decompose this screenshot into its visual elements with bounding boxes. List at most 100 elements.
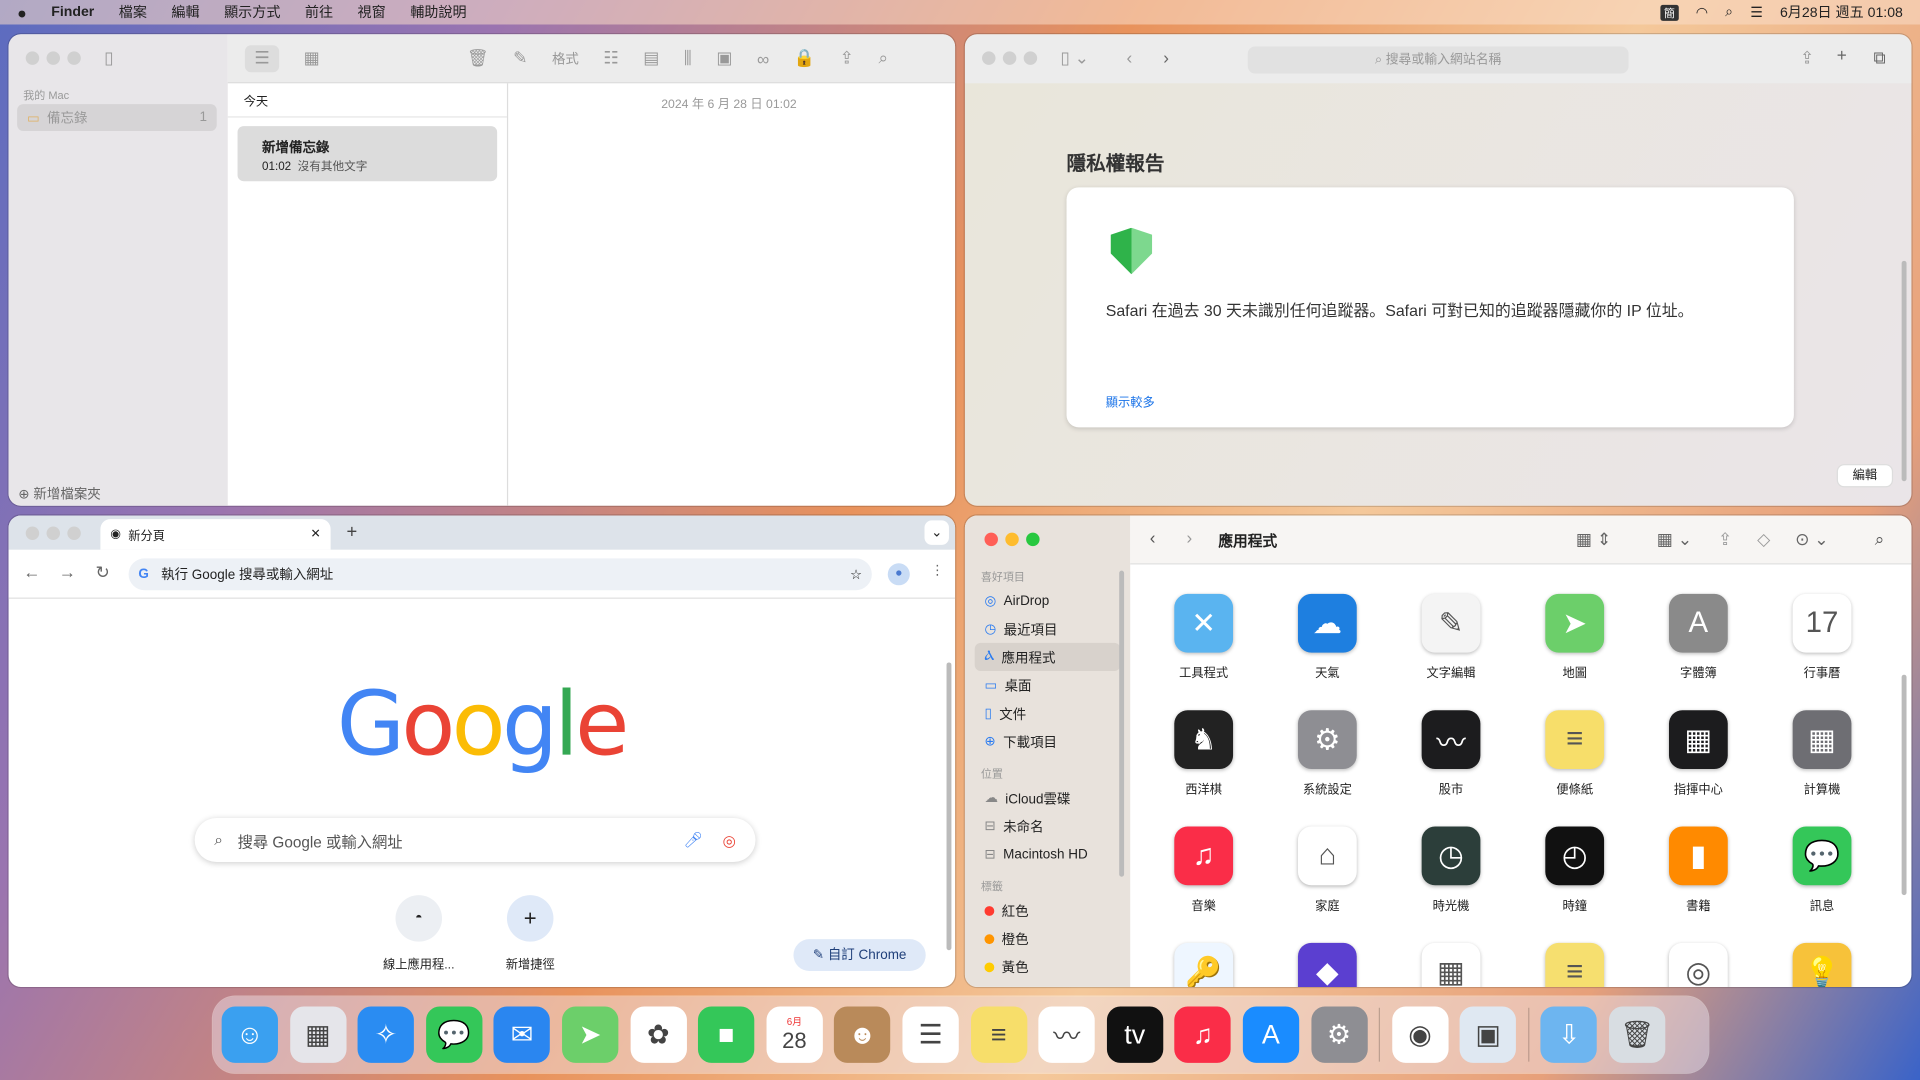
menu-edit[interactable]: 編輯 — [171, 2, 199, 22]
minimize-button[interactable] — [1005, 532, 1019, 547]
bookmark-star-icon[interactable]: ☆ — [850, 566, 862, 583]
sidebar-scrollbar[interactable] — [1119, 570, 1125, 877]
sidebar-tag[interactable]: 橙色 — [975, 924, 1121, 952]
dock-photos[interactable]: ✿ — [630, 1006, 687, 1063]
dock-launchpad[interactable]: ▦ — [289, 1006, 347, 1063]
voice-search-icon[interactable]: 🎤︎ — [684, 831, 703, 849]
forward-icon[interactable]: › — [1187, 528, 1193, 548]
checklist-icon[interactable]: ☷ — [603, 48, 618, 69]
collaborate-icon[interactable]: ∞ — [757, 48, 769, 68]
lens-icon[interactable]: ◎ — [723, 831, 736, 849]
close-tab-icon[interactable]: ✕ — [311, 528, 321, 541]
dock-notes[interactable]: ≡ — [970, 1006, 1027, 1063]
minimize-button[interactable] — [1002, 51, 1017, 65]
dock-finder[interactable]: ☺ — [221, 1006, 278, 1063]
lock-icon[interactable]: 🔒 — [794, 48, 815, 69]
app-item[interactable]: ▦ — [1390, 942, 1512, 987]
sidebar-location[interactable]: ⊟ 未命名 — [975, 812, 1121, 840]
folder-notes[interactable]: ▭ 備忘錄 1 — [17, 104, 217, 132]
dock-trash[interactable]: 🗑 — [1609, 1006, 1666, 1063]
new-tab-icon[interactable]: + — [1837, 45, 1847, 65]
sidebar-location[interactable]: ⊟ Macintosh HD — [975, 840, 1121, 868]
sidebar-tag[interactable]: 紅色 — [975, 896, 1121, 924]
media-icon[interactable]: ▣ — [716, 48, 732, 69]
app-item[interactable]: ✕ 工具程式 — [1142, 593, 1264, 681]
close-button[interactable] — [984, 532, 998, 547]
close-button[interactable] — [982, 51, 996, 65]
zoom-button[interactable] — [67, 51, 81, 65]
dock-calendar[interactable]: 6月 28 — [766, 1006, 823, 1063]
dock-contacts[interactable]: ☻ — [834, 1006, 891, 1063]
input-method-icon[interactable]: 簡 — [1660, 4, 1679, 21]
customize-chrome-button[interactable]: ✎ 自訂 Chrome — [793, 939, 926, 972]
view-icon[interactable]: ▦ ⇕ — [1576, 529, 1611, 550]
scrollbar[interactable] — [946, 662, 952, 951]
sidebar-toggle-icon[interactable]: ▯ ⌄ — [1060, 48, 1089, 69]
menu-file[interactable]: 檔案 — [119, 2, 147, 22]
sidebar-item[interactable]: Ⲁ 應用程式 — [974, 642, 1121, 672]
gallery-view-icon[interactable]: ▦ — [304, 48, 320, 69]
tab-overview-icon[interactable]: ⧉ — [1873, 48, 1885, 69]
app-item[interactable]: ◆ — [1266, 942, 1388, 987]
menu-go[interactable]: 前往 — [305, 2, 333, 22]
zoom-button[interactable] — [67, 526, 81, 541]
sidebar-tag[interactable]: 黃色 — [975, 953, 1121, 981]
app-item[interactable]: 〰股市 — [1390, 710, 1512, 797]
share-icon[interactable]: ⇪ — [1718, 529, 1732, 550]
app-item[interactable]: A 字體簿 — [1637, 593, 1759, 681]
dock-facetime[interactable]: ■ — [698, 1006, 755, 1063]
spotlight-icon[interactable]: ⌕ — [1725, 4, 1733, 20]
address-bar[interactable]: ⌕ 搜尋或輸入網站名稱 — [1247, 46, 1629, 74]
app-item[interactable]: 17 行事曆 — [1761, 593, 1883, 681]
back-icon[interactable]: ← — [23, 562, 40, 582]
control-center-icon[interactable]: ☰ — [1750, 4, 1763, 21]
scrollbar[interactable] — [1901, 260, 1907, 482]
sidebar-location[interactable]: ☁ iCloud雲碟 — [975, 784, 1121, 812]
search-icon[interactable]: ⌕ — [878, 48, 888, 69]
minimize-button[interactable] — [46, 51, 61, 65]
app-item[interactable]: ◷ 時光機 — [1390, 826, 1512, 913]
dock-maps[interactable]: ➤ — [562, 1006, 619, 1063]
apple-icon[interactable]: ● — [17, 3, 27, 21]
sidebar-item[interactable]: ⊕ 下載項目 — [975, 727, 1121, 755]
menu-app[interactable]: Finder — [51, 5, 94, 20]
forward-icon[interactable]: → — [59, 562, 76, 582]
group-icon[interactable]: ▦ ⌄ — [1657, 529, 1692, 550]
sidebar-item[interactable]: ◎ AirDrop — [975, 587, 1121, 615]
search-icon[interactable]: ⌕ — [1875, 529, 1885, 550]
close-button[interactable] — [25, 526, 40, 541]
dock-freeform[interactable]: 〰 — [1038, 1006, 1095, 1063]
share-icon[interactable]: ⇪ — [1800, 48, 1814, 69]
menu-icon[interactable]: ⋮ — [931, 562, 944, 578]
dock-messages[interactable]: 💬 — [425, 1006, 483, 1063]
dock-tv[interactable]: tv — [1106, 1006, 1163, 1063]
menu-window[interactable]: 視窗 — [358, 2, 386, 22]
shortcut-web-apps[interactable]: ◓ 線上應用程... — [364, 895, 474, 972]
tag-icon[interactable]: ◇ — [1757, 529, 1770, 550]
app-item[interactable]: ☁ 天氣 — [1266, 593, 1388, 681]
app-item[interactable]: ➤ 地圖 — [1513, 593, 1635, 681]
scrollbar[interactable] — [1901, 674, 1907, 896]
sidebar-toggle-icon[interactable]: ▯ — [104, 48, 113, 69]
menu-view[interactable]: 顯示方式 — [224, 2, 280, 22]
shortcut-add[interactable]: + 新增捷徑 — [475, 895, 585, 972]
edit-button[interactable]: 編輯 — [1837, 465, 1892, 487]
app-item[interactable]: ▦ 指揮中心 — [1637, 710, 1759, 797]
new-folder-button[interactable]: ⊕ 新增檔案夾 — [18, 484, 100, 504]
note-item[interactable]: 新增備忘錄 01:02 沒有其他文字 — [237, 126, 498, 182]
app-item[interactable]: ▦ 計算機 — [1761, 710, 1883, 797]
sidebar-item[interactable]: ▭ 桌面 — [975, 671, 1121, 699]
app-item[interactable]: ◎ — [1637, 942, 1759, 987]
app-item[interactable]: ⌂ 家庭 — [1266, 826, 1388, 913]
minimize-button[interactable] — [46, 526, 61, 541]
app-item[interactable]: 💡 — [1761, 942, 1883, 987]
dock-mail[interactable]: ✉ — [493, 1006, 551, 1063]
show-more-link[interactable]: 顯示較多 — [1106, 392, 1155, 410]
format-button[interactable]: 格式 — [552, 48, 579, 68]
reload-icon[interactable]: ↻ — [96, 562, 110, 583]
dock-safari[interactable]: ✧ — [357, 1006, 415, 1063]
dock-chrome[interactable]: ◉ — [1391, 1006, 1449, 1063]
app-item[interactable]: ♞ 西洋棋 — [1142, 710, 1264, 797]
more-icon[interactable]: ⊙ ⌄ — [1795, 529, 1829, 550]
dock-app-store[interactable]: A — [1242, 1006, 1300, 1063]
